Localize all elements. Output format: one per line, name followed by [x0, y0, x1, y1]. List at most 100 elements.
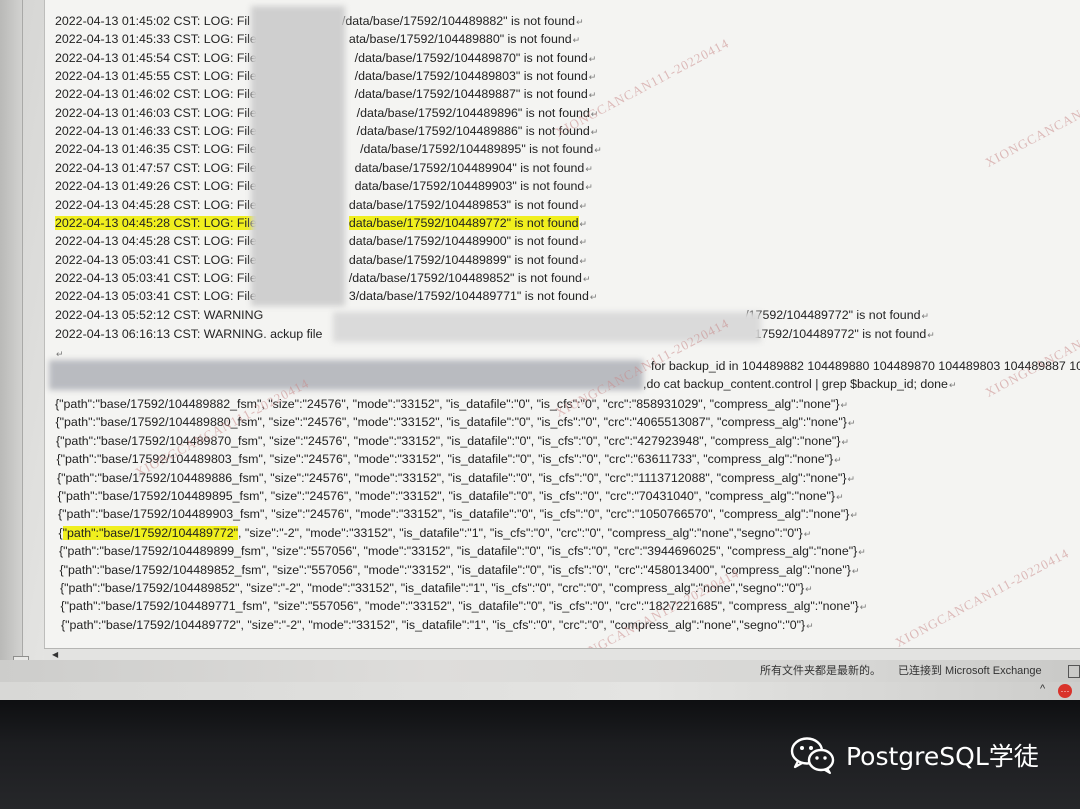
backup-json-line: {"path":"base/17592/104489882_fsm", "siz… — [55, 396, 848, 412]
warning-line-suffix: 17592/104489772" is not found — [754, 326, 927, 341]
log-line-prefix: 2022-04-13 04:45:28 CST: LOG: File — [55, 197, 257, 212]
log-line-prefix: 2022-04-13 01:49:26 CST: LOG: File ' — [55, 179, 263, 194]
notification-badge-icon[interactable]: ··· — [1058, 684, 1072, 698]
log-line-suffix: 3/data/base/17592/104489771" is not foun… — [348, 289, 589, 304]
account-name: PostgreSQL学徒 — [846, 742, 1039, 771]
log-line-suffix: data/base/17592/104489900" is not found — [348, 234, 579, 249]
backup-json-line: {"path":"base/17592/104489899_fsm", "siz… — [59, 543, 866, 559]
backup-json-line: {"path":"base/17592/104489903_fsm", "siz… — [58, 506, 858, 522]
paragraph-mark-icon: ↵ — [851, 565, 860, 576]
empty-paragraph: ↵ — [55, 345, 64, 361]
paragraph-mark-icon: ↵ — [921, 311, 930, 321]
status-bar: 所有文件夹都是最新的。 已连接到 Microsoft Exchange — [0, 660, 1080, 682]
paragraph-mark-icon: ↵ — [585, 163, 593, 174]
log-line-prefix: 2022-04-13 05:03:41 CST: LOG: File — [55, 289, 257, 304]
paragraph-mark-icon: ↵ — [589, 292, 598, 303]
backup-json-line: {"path":"base/17592/104489772", "size":"… — [59, 525, 812, 541]
log-line-suffix: /data/base/17592/104489895" is not found — [360, 142, 594, 157]
log-line-suffix: data/base/17592/104489899" is not found — [348, 252, 579, 267]
backup-json-text: {"path":"base/17592/104489899_fsm", "siz… — [59, 544, 858, 559]
normal-view-icon[interactable] — [1068, 665, 1080, 678]
log-line-prefix: 2022-04-13 05:03:41 CST: LOG: File — [55, 252, 257, 267]
backup-json-text: {"path":"base/17592/104489771_fsm", "siz… — [60, 599, 859, 614]
paragraph-mark-icon: ↵ — [803, 528, 812, 539]
paragraph-mark-icon: ↵ — [579, 200, 588, 211]
log-line-prefix: 2022-04-13 01:46:33 CST: LOG: File " — [55, 124, 265, 139]
taskbar: ^ ··· — [0, 682, 1080, 700]
log-line-suffix: /data/base/17592/104489882" is not found — [341, 14, 576, 28]
log-line-prefix: 2022-04-13 01:45:02 CST: LOG: Fil — [55, 14, 250, 28]
paragraph-mark-icon: ↵ — [840, 400, 849, 410]
folder-sync-status: 所有文件夹都是最新的。 — [760, 665, 881, 677]
left-scrollbar[interactable] — [0, 0, 23, 668]
warning-line-prefix: 2022-04-13 05:52:12 CST: WARNING — [55, 308, 264, 322]
monitor-screen: ▼ 2022-04-13 01:45:02 CST: LOG: Fil/data… — [0, 0, 1080, 700]
backup-json-line: {"path":"base/17592/104489886_fsm", "siz… — [57, 470, 855, 486]
paragraph-mark-icon: ↵ — [847, 418, 856, 429]
log-line-suffix: data/base/17592/104489903" is not found — [354, 179, 585, 194]
backup-json-text: {"path":"base/17592/104489903_fsm", "siz… — [58, 507, 850, 522]
paragraph-mark-icon: ↵ — [850, 510, 858, 521]
log-line-prefix: 2022-04-13 01:47:57 CST: LOG: File ' — [55, 160, 263, 175]
log-line-prefix: 2022-04-13 01:45:55 CST: LOG: File ' — [55, 69, 263, 84]
backup-json-text: {"path":"base/17592/104489886_fsm", "siz… — [57, 470, 847, 485]
paragraph-mark-icon: ↵ — [579, 218, 588, 229]
paragraph-mark-icon: ↵ — [836, 492, 844, 502]
paragraph-mark-icon: ↵ — [576, 17, 584, 27]
log-line-suffix: data/base/17592/104489904" is not found — [354, 160, 585, 175]
paragraph-mark-icon: ↵ — [806, 620, 814, 631]
log-line-prefix: 2022-04-13 01:46:35 CST: LOG: File "/ — [55, 142, 269, 157]
redaction-blur — [251, 6, 345, 306]
log-line-suffix: /data/base/17592/104489887" is not found — [354, 87, 588, 102]
backup-json-text: {"path":"base/17592/104489882_fsm", "siz… — [55, 397, 840, 411]
watermark: XIONGCANCAN111-20220414 — [982, 65, 1080, 170]
log-line-suffix: data/base/17592/104489853" is not found — [348, 197, 579, 212]
paragraph-mark-icon: ↵ — [588, 90, 597, 101]
shell-command-line: ,do cat backup_content.control | grep $b… — [643, 376, 957, 392]
paragraph-mark-icon: ↵ — [56, 349, 64, 359]
log-line-suffix: data/base/17592/104489772" is not found — [348, 215, 579, 230]
paragraph-mark-icon: ↵ — [927, 329, 935, 340]
watermark: XIONGCANCAN111-20220414 — [982, 295, 1080, 400]
backup-json-text: {"path":"base/17592/104489880_fsm", "siz… — [55, 415, 847, 430]
backup-json-line: {"path":"base/17592/104489880_fsm", "siz… — [56, 414, 856, 430]
wechat-icon — [790, 737, 835, 774]
watermark: XIONGCANCAN111-20220414 — [892, 545, 1072, 648]
paragraph-mark-icon: ↵ — [834, 455, 842, 466]
shell-command-text: ,do cat backup_content.control | grep $b… — [643, 377, 948, 391]
log-line-suffix: /data/base/17592/104489803" is not found — [354, 69, 588, 84]
paragraph-mark-icon: ↵ — [948, 380, 957, 390]
log-line-prefix: 2022-04-13 01:46:03 CST: LOG: File " — [55, 105, 265, 120]
paragraph-mark-icon: ↵ — [588, 53, 597, 64]
log-line-prefix: 2022-04-13 05:03:41 CST: LOG: File — [55, 270, 257, 285]
highlighted-json-path: "path":"base/17592/104489772" — [62, 525, 239, 540]
warning-line-suffix: /17592/104489772" is not found — [745, 308, 921, 322]
paragraph-mark-icon: ↵ — [847, 473, 856, 484]
paragraph-mark-icon: ↵ — [582, 273, 591, 284]
paragraph-mark-icon: ↵ — [805, 584, 813, 594]
log-line-suffix: ata/base/17592/104489880" is not found — [348, 32, 572, 47]
backup-json-line: {"path":"base/17592/104489895_fsm", "siz… — [58, 488, 844, 504]
scroll-left-arrow-icon[interactable]: ◀ — [52, 650, 62, 660]
paragraph-mark-icon: ↵ — [841, 436, 850, 447]
tray-expand-icon[interactable]: ^ — [1040, 683, 1045, 695]
paragraph-mark-icon: ↵ — [579, 237, 588, 248]
log-line-prefix: 2022-04-13 01:45:54 CST: LOG: File ' — [55, 50, 263, 65]
warning-line-prefix: 2022-04-13 06:16:13 CST: WARNING. ackup … — [55, 326, 323, 341]
log-line-prefix: 2022-04-13 01:45:33 CST: LOG: File — [55, 32, 257, 47]
message-body: 2022-04-13 01:45:02 CST: LOG: Fil/data/b… — [44, 0, 1080, 648]
log-line-prefix: 2022-04-13 04:45:28 CST: LOG: File — [55, 234, 257, 249]
paragraph-mark-icon: ↵ — [579, 255, 588, 266]
backup-json-line: {"path":"base/17592/104489771_fsm", "siz… — [61, 598, 868, 614]
log-line-prefix: 2022-04-13 01:46:02 CST: LOG: File ' — [55, 87, 263, 102]
log-line-suffix: /data/base/17592/104489870" is not found — [354, 50, 588, 65]
log-line-suffix: /data/base/17592/104489896" is not found — [356, 105, 590, 120]
paragraph-mark-icon: ↵ — [572, 35, 581, 46]
redaction-blur — [49, 360, 643, 390]
backup-json-text: {"path":"base/17592/104489895_fsm", "siz… — [57, 489, 836, 503]
log-line-suffix: /data/base/17592/104489852" is not found — [348, 270, 582, 285]
log-line-prefix: 2022-04-13 04:45:28 CST: LOG: File — [55, 215, 257, 230]
paragraph-mark-icon: ↵ — [859, 602, 868, 613]
paragraph-mark-icon: ↵ — [590, 127, 599, 138]
paragraph-mark-icon: ↵ — [588, 72, 597, 83]
